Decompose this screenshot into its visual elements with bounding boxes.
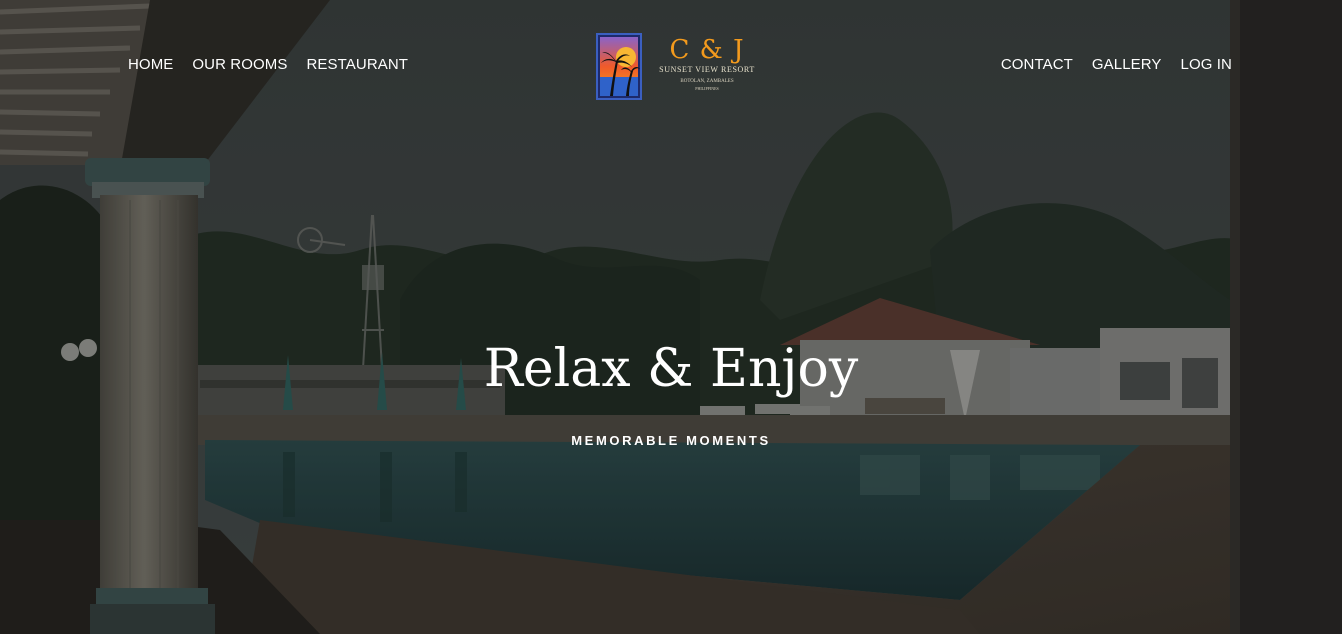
logo-name: SUNSET VIEW RESORT: [659, 65, 755, 74]
resort-logo[interactable]: C & J SUNSET VIEW RESORT BOTOLAN, ZAMBAL…: [596, 33, 756, 101]
nav-contact-link[interactable]: CONTACT: [1001, 56, 1073, 74]
nav-home-link[interactable]: HOME: [128, 56, 173, 74]
nav-gallery-link[interactable]: GALLERY: [1092, 56, 1162, 74]
hero-subtitle: MEMORABLE MOMENTS: [571, 433, 771, 448]
nav-restaurant-link[interactable]: RESTAURANT: [306, 56, 408, 74]
logo-mark: C & J: [669, 35, 745, 65]
nav-right: CONTACT GALLERY LOG IN: [1001, 56, 1232, 74]
logo-location: BOTOLAN, ZAMBALES: [680, 79, 734, 84]
nav-left: HOME OUR ROOMS RESTAURANT: [128, 56, 408, 74]
nav-login-link[interactable]: LOG IN: [1181, 56, 1232, 74]
logo-country: PHILIPPINES: [695, 86, 719, 91]
hero-section: HOME OUR ROOMS RESTAURANT C & J SUNSET V…: [0, 0, 1342, 634]
nav-our-rooms-link[interactable]: OUR ROOMS: [192, 56, 287, 74]
hero-title: Relax & Enjoy: [483, 339, 859, 399]
